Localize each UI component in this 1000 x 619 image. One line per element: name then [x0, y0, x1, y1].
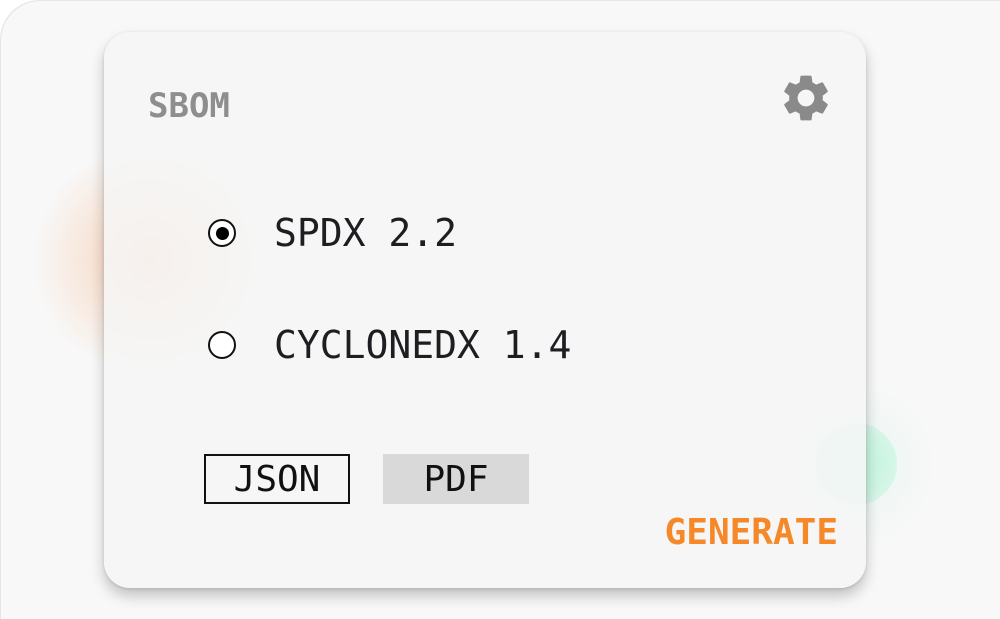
format-json-button[interactable]: JSON	[204, 454, 350, 504]
app-frame: SBOM SPDX 2.2 CYCLONEDX 1.4 JSON PDF GEN…	[0, 0, 1000, 619]
radio-spdx-selected[interactable]	[208, 219, 236, 247]
sbom-card: SBOM SPDX 2.2 CYCLONEDX 1.4 JSON PDF GEN…	[104, 32, 866, 588]
option-spdx[interactable]: SPDX 2.2	[208, 211, 458, 255]
option-cyclonedx[interactable]: CYCLONEDX 1.4	[208, 323, 572, 367]
radio-cyclonedx[interactable]	[208, 331, 236, 359]
option-label-spdx: SPDX 2.2	[274, 211, 458, 255]
option-label-cyclonedx: CYCLONEDX 1.4	[274, 323, 572, 367]
format-pdf-button[interactable]: PDF	[383, 454, 529, 504]
gear-icon[interactable]	[778, 70, 834, 126]
generate-button[interactable]: GENERATE	[665, 512, 838, 553]
card-title: SBOM	[148, 86, 230, 126]
